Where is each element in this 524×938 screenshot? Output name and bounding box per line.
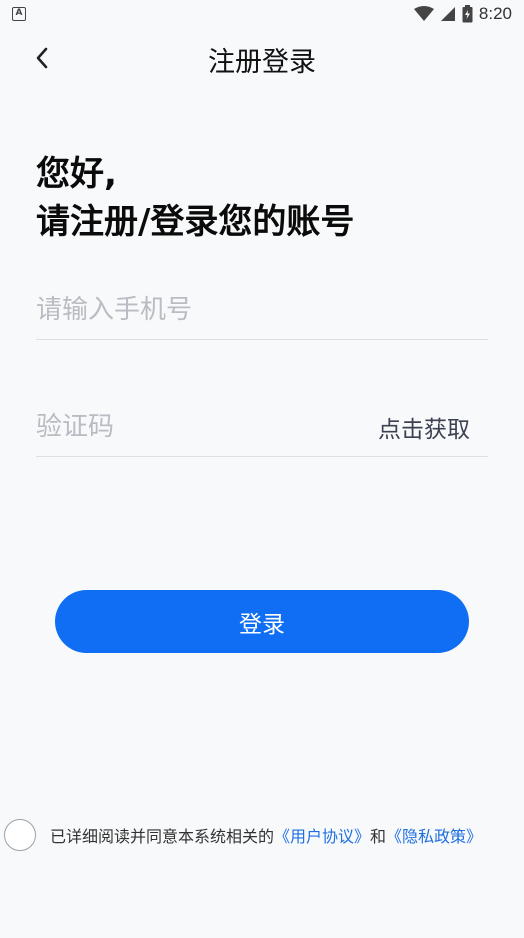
signal-icon [440, 7, 455, 21]
login-button[interactable]: 登录 [55, 590, 469, 653]
wifi-icon [413, 6, 434, 21]
agree-radio[interactable] [4, 819, 36, 851]
agreement-row: 已详细阅读并同意本系统相关的《用户协议》和《隐私政策》 [4, 818, 524, 852]
agreement-conjunction: 和 [370, 827, 387, 846]
phone-field-row [36, 280, 488, 340]
agreement-statement: 已详细阅读并同意本系统相关的 [50, 827, 275, 846]
status-time: 8:20 [478, 4, 512, 23]
page-title: 注册登录 [208, 47, 316, 78]
greeting-line-2: 请注册/登录您的账号 [36, 202, 355, 242]
privacy-policy-link[interactable]: 《隐私政策》 [386, 827, 482, 846]
battery-icon [462, 5, 473, 23]
nav-bar: 注册登录 [0, 30, 524, 86]
agreement-text: 已详细阅读并同意本系统相关的《用户协议》和《隐私政策》 [50, 823, 482, 847]
greeting-heading: 您好, 请注册/登录您的账号 [36, 150, 496, 246]
status-bar: A 8:20 [0, 0, 524, 28]
verification-code-input[interactable] [36, 411, 336, 442]
login-screen: A 8:20 注册登录 您好, 请注册/登录您的账号 请输入手机号 验证码 点击… [0, 0, 524, 938]
notification-icon: A [12, 7, 26, 21]
get-code-button[interactable]: 点击获取 [378, 410, 470, 444]
status-icons: 8:20 [413, 4, 512, 24]
code-field-row: 点击获取 [36, 397, 488, 457]
user-agreement-link[interactable]: 《用户协议》 [274, 827, 370, 846]
phone-input[interactable] [36, 294, 336, 325]
greeting-line-1: 您好, [36, 154, 117, 194]
